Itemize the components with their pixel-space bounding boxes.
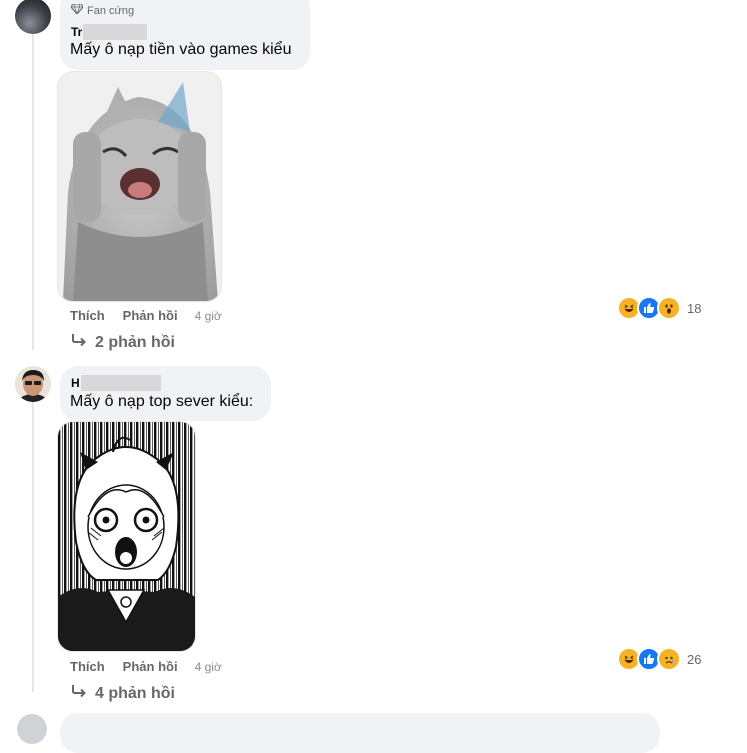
thread-line <box>32 402 34 692</box>
like-button[interactable]: Thích <box>70 308 105 323</box>
badge-label: Fan cứng <box>87 4 135 17</box>
reaction-count: 26 <box>687 651 702 667</box>
comment-image-cat[interactable] <box>57 71 222 302</box>
name-prefix: Tr <box>71 25 83 39</box>
thread-line <box>32 34 34 350</box>
reply-arrow-icon <box>71 684 87 703</box>
reaction-summary[interactable]: 26 <box>617 647 701 671</box>
view-replies-link[interactable]: 4 phản hồi <box>71 684 175 703</box>
replies-count-label: 2 phản hồi <box>95 333 175 351</box>
fan-badge: Fan cứng <box>70 3 135 17</box>
replies-count-label: 4 phản hồi <box>95 684 175 702</box>
comment-actions: Thích Phản hồi 4 giờ <box>70 659 222 674</box>
reply-arrow-icon <box>71 333 87 352</box>
comment-text: Mấy ô nạp top sever kiểu: <box>70 393 254 410</box>
blurred-name <box>80 375 161 391</box>
comment-bubble <box>60 713 660 753</box>
avatar[interactable] <box>15 0 51 34</box>
timestamp[interactable]: 4 giờ <box>195 660 222 674</box>
timestamp[interactable]: 4 giờ <box>195 309 222 323</box>
blurred-name <box>83 24 148 40</box>
reaction-summary[interactable]: 18 <box>617 296 701 320</box>
comment-text: Mấy ô nạp tiền vào games kiểu <box>70 41 292 58</box>
avatar[interactable] <box>15 366 51 402</box>
sad-icon <box>657 647 681 671</box>
reaction-count: 18 <box>687 300 702 316</box>
diamond-icon <box>70 3 84 17</box>
wow-icon <box>657 296 681 320</box>
commenter-name[interactable]: H <box>71 375 161 391</box>
comment-actions: Thích Phản hồi 4 giờ <box>70 308 222 323</box>
name-prefix: H <box>71 376 80 390</box>
comment-image-manga[interactable] <box>57 421 196 652</box>
commenter-name[interactable]: Tr <box>71 24 148 40</box>
like-button[interactable]: Thích <box>70 659 105 674</box>
reply-button[interactable]: Phản hồi <box>123 308 178 323</box>
view-replies-link[interactable]: 2 phản hồi <box>71 333 175 352</box>
reply-button[interactable]: Phản hồi <box>123 659 178 674</box>
